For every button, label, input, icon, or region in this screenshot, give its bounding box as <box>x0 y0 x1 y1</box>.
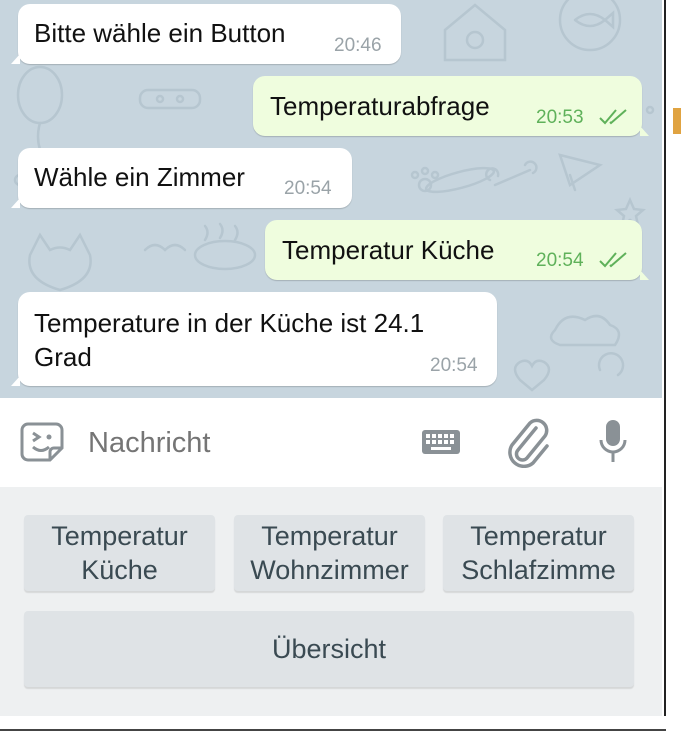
message-bubble-incoming[interactable]: Bitte wähle ein Button 20:46 <box>11 4 401 64</box>
message-bubble-outgoing[interactable]: Temperaturabfrage 20:53 <box>253 76 649 136</box>
message-bubble-incoming[interactable]: Wähle ein Zimmer 20:54 <box>11 148 352 208</box>
message-text: Bitte wähle ein Button <box>34 18 286 48</box>
edge-accent <box>673 108 681 134</box>
key-temperatur-schlafzimmer[interactable]: Temperatur Schlafzimme <box>443 515 634 591</box>
message-time: 20:54 <box>430 355 478 376</box>
key-uebersicht[interactable]: Übersicht <box>24 611 634 687</box>
read-receipt-icon <box>599 109 627 125</box>
message-bubble-outgoing[interactable]: Temperatur Küche 20:54 <box>265 220 649 280</box>
read-receipt-icon <box>599 252 627 268</box>
message-bubble-incoming[interactable]: Temperature in der Küche ist 24.1 Grad 2… <box>11 292 497 386</box>
key-temperatur-kueche[interactable]: Temperatur Küche <box>24 515 215 591</box>
screen-bottom-line <box>0 729 666 731</box>
bubble-tail <box>11 376 20 386</box>
sticker-icon[interactable] <box>20 418 70 468</box>
message-text-line: Temperature in der Küche ist 24.1 <box>34 308 425 338</box>
message-time: 20:46 <box>334 35 382 56</box>
message-time: 20:53 <box>536 107 584 128</box>
key-label-line: Übersicht <box>271 634 387 664</box>
message-text: Temperatur Küche <box>282 235 495 265</box>
bubble-tail <box>640 270 649 280</box>
key-label-line: Temperatur <box>261 521 398 551</box>
message-input-bar <box>0 398 662 487</box>
message-time: 20:54 <box>536 250 584 271</box>
bubble-tail <box>640 126 649 136</box>
microphone-icon[interactable] <box>596 418 630 468</box>
key-label-line: Küche <box>81 555 158 585</box>
bubble-tail <box>11 198 20 208</box>
key-label-line: Temperatur <box>470 521 607 551</box>
message-text-line: Grad <box>34 342 92 372</box>
key-temperatur-wohnzimmer[interactable]: Temperatur Wohnzimmer <box>234 515 425 591</box>
paperclip-icon[interactable] <box>506 418 550 468</box>
bot-reply-keyboard: Temperatur Küche Temperatur Wohnzimmer T… <box>0 487 662 716</box>
message-text: Temperaturabfrage <box>270 91 490 121</box>
key-label-line: Schlafzimme <box>461 555 616 585</box>
message-input[interactable] <box>86 420 410 466</box>
chat-area[interactable]: Bitte wähle ein Button 20:46 Temperatura… <box>0 0 662 398</box>
message-time: 20:54 <box>284 178 332 199</box>
message-text: Wähle ein Zimmer <box>34 162 245 192</box>
key-label-line: Wohnzimmer <box>250 555 409 585</box>
key-label-line: Temperatur <box>51 521 188 551</box>
screen-edge-line <box>664 0 666 733</box>
keyboard-icon[interactable] <box>421 428 461 458</box>
bubble-tail <box>11 54 20 64</box>
